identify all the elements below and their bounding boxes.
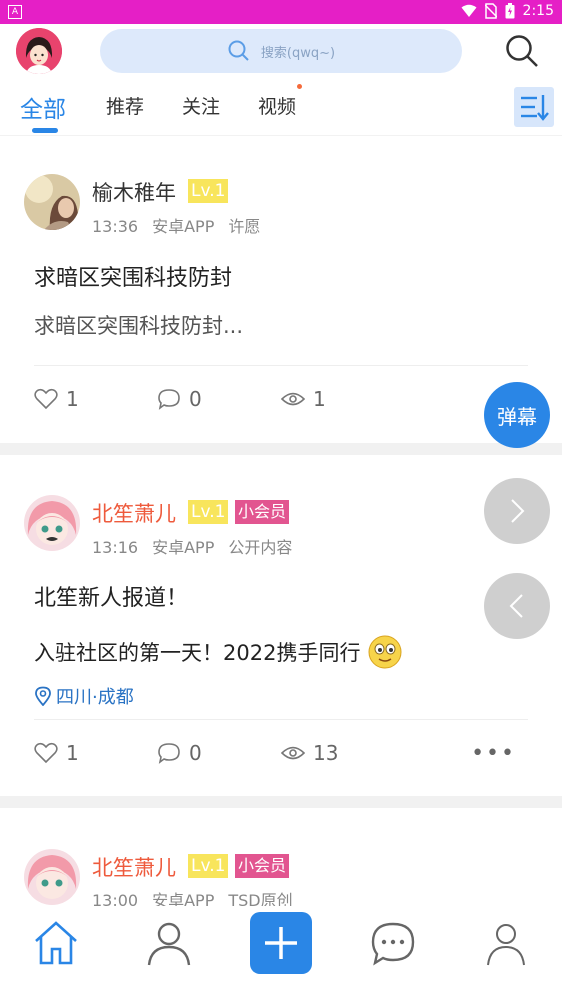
battery-icon [505, 3, 515, 19]
sort-button[interactable] [514, 87, 554, 127]
tab-follow[interactable]: 关注 [182, 92, 220, 119]
danmu-button[interactable]: 弹幕 [484, 382, 550, 448]
divider [34, 719, 528, 720]
post-tag[interactable]: 公开内容 [228, 538, 292, 557]
author-avatar[interactable] [24, 495, 80, 551]
heart-icon [34, 742, 58, 764]
post-time: 13:00 [92, 891, 139, 906]
heart-icon [34, 388, 58, 410]
home-icon [35, 921, 77, 965]
sort-icon [521, 95, 549, 121]
app-notification-icon: A [8, 5, 22, 19]
more-options-button[interactable]: ••• [471, 741, 516, 766]
comment-count: 0 [189, 741, 202, 765]
view-count-value: 1 [313, 387, 326, 411]
post-card[interactable]: 北笙萧儿 Lv.1 小会员 13:00 安卓APP TSD原创 [0, 808, 562, 906]
nav-profile[interactable] [144, 918, 194, 968]
tab-all[interactable]: 全部 [20, 90, 66, 124]
wifi-icon [461, 4, 477, 17]
search-icon [228, 40, 249, 61]
eye-icon [281, 392, 305, 406]
level-badge: Lv.1 [188, 854, 229, 878]
feed-tabs: 全部 推荐 关注 视频 [0, 80, 562, 136]
search-placeholder: 搜索(qwq~) [260, 45, 336, 61]
comment-icon [158, 743, 180, 764]
post-body: 入驻社区的第一天！2022携手同行 [34, 641, 361, 665]
bottom-nav [0, 906, 562, 999]
section-separator [0, 796, 562, 808]
chevron-left-icon [509, 594, 523, 618]
like-button[interactable]: 1 [34, 387, 79, 411]
post-title[interactable]: 求暗区突围科技防封 [34, 260, 232, 292]
nav-messages[interactable] [368, 918, 418, 968]
search-bar[interactable]: 搜索(qwq~) [100, 29, 462, 73]
post-tag[interactable]: 许愿 [228, 217, 260, 236]
post-location[interactable]: 四川·成都 [34, 683, 134, 709]
emoji-icon [368, 635, 402, 669]
view-count-value: 13 [313, 741, 339, 765]
post-platform: 安卓APP [152, 891, 215, 906]
comment-button[interactable]: 0 [157, 741, 202, 765]
view-count: 13 [281, 741, 338, 765]
nav-mine[interactable] [481, 918, 531, 968]
vip-badge: 小会员 [235, 500, 290, 524]
user-icon [147, 922, 191, 966]
author-name[interactable]: 北笙萧儿 [92, 498, 176, 528]
post-time: 13:36 [92, 217, 139, 236]
active-tab-indicator [32, 128, 58, 133]
author-avatar[interactable] [24, 174, 80, 230]
like-count: 1 [66, 741, 79, 765]
section-separator [0, 443, 562, 455]
like-button[interactable]: 1 [34, 741, 79, 765]
comment-button[interactable]: 0 [157, 387, 202, 411]
comment-count: 0 [189, 387, 202, 411]
author-name[interactable]: 榆木稚年 [92, 177, 176, 207]
post-card[interactable]: 北笙萧儿 Lv.1 小会员 13:16 安卓APP 公开内容 北笙新人报道！ 入驻社… [0, 455, 562, 796]
top-bar: 搜索(qwq~) [0, 24, 562, 80]
vip-badge: 小会员 [235, 854, 290, 878]
level-badge: Lv.1 [188, 179, 229, 203]
next-button[interactable] [484, 478, 550, 544]
author-name[interactable]: 北笙萧儿 [92, 852, 176, 882]
comment-icon [158, 389, 180, 410]
my-avatar[interactable] [16, 28, 62, 74]
location-pin-icon [35, 686, 51, 706]
chevron-right-icon [511, 499, 525, 523]
post-meta: 13:36 安卓APP 许愿 [92, 213, 274, 237]
post-body[interactable]: 求暗区突围科技防封... [34, 310, 243, 340]
nav-home[interactable] [31, 918, 81, 968]
eye-icon [281, 746, 305, 760]
location-text: 四川·成都 [56, 687, 134, 708]
chat-icon [371, 922, 415, 966]
search-icon[interactable] [504, 33, 540, 69]
tab-video[interactable]: 视频 [258, 92, 296, 119]
post-body-row[interactable]: 入驻社区的第一天！2022携手同行 [34, 635, 402, 669]
clock: 2:15 [522, 3, 554, 19]
like-count: 1 [66, 387, 79, 411]
level-badge: Lv.1 [188, 500, 229, 524]
status-bar: A 2:15 [0, 0, 562, 24]
post-platform: 安卓APP [152, 538, 215, 557]
plus-icon [265, 927, 297, 959]
divider [34, 365, 528, 366]
post-title[interactable]: 北笙新人报道！ [34, 580, 188, 612]
new-content-dot [297, 84, 302, 89]
post-tag[interactable]: TSD原创 [228, 891, 292, 906]
create-post-button[interactable] [250, 912, 312, 974]
post-platform: 安卓APP [152, 217, 215, 236]
view-count: 1 [281, 387, 326, 411]
no-sim-icon [484, 3, 497, 19]
post-time: 13:16 [92, 538, 139, 557]
post-meta: 13:00 安卓APP TSD原创 [92, 887, 307, 906]
post-meta: 13:16 安卓APP 公开内容 [92, 534, 306, 558]
previous-button[interactable] [484, 573, 550, 639]
author-avatar[interactable] [24, 849, 80, 905]
post-card[interactable]: 榆木稚年 Lv.1 13:36 安卓APP 许愿 求暗区突围科技防封 求暗区突围科技… [0, 137, 562, 443]
tab-recommend[interactable]: 推荐 [106, 92, 144, 119]
user-icon [487, 924, 525, 966]
